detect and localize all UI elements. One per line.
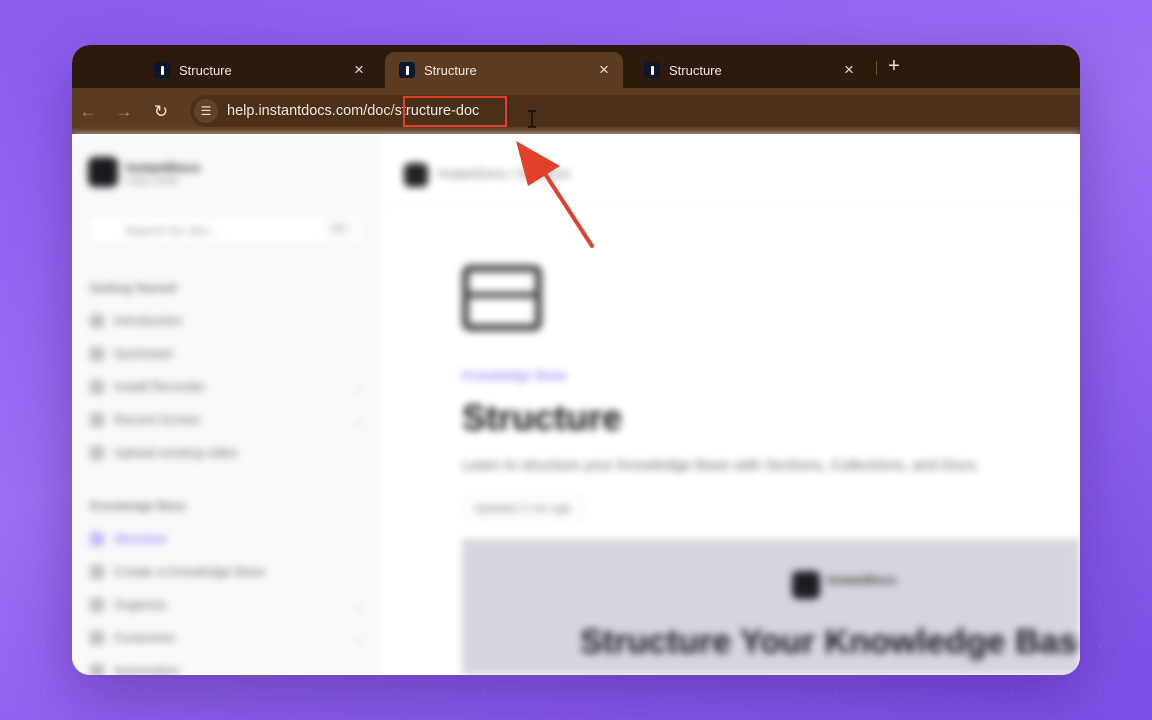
hero-title: Structure Your Knowledge Base xyxy=(580,623,1080,661)
brand-name: InstantDocs xyxy=(126,160,201,175)
instantdocs-favicon-icon xyxy=(399,62,415,78)
url-highlight-box xyxy=(403,96,507,127)
chevron-down-icon[interactable]: ⌄ xyxy=(354,414,363,427)
tab-separator xyxy=(876,61,877,75)
folder-icon xyxy=(462,265,542,331)
sidebar-item[interactable]: Organize xyxy=(90,597,167,612)
new-tab-button[interactable]: + xyxy=(884,56,904,76)
browser-toolbar: ← → ↻ ☰ help.instantdocs.com/doc/structu… xyxy=(72,88,1080,134)
hero-logo-icon xyxy=(792,571,820,599)
browser-window: Structure × Structure × Structure × + ← … xyxy=(72,45,1080,675)
search-placeholder: Search for doc... xyxy=(125,223,221,238)
tab-structure-3[interactable]: Structure × xyxy=(630,52,868,88)
breadcrumb-text[interactable]: InstantDocs / Structure xyxy=(438,166,570,181)
section-getting-started: Getting Started xyxy=(90,281,177,295)
brand-logo-icon xyxy=(88,157,118,187)
sidebar-item[interactable]: Quickstart xyxy=(90,346,173,361)
breadcrumb: InstantDocs / Structure xyxy=(380,135,1080,205)
hero-brand: InstantDocs xyxy=(828,573,897,587)
docs-sidebar: InstantDocs Help Center Search for doc..… xyxy=(72,135,380,675)
docs-main: InstantDocs / Structure Knowledge Base S… xyxy=(380,135,1080,675)
docs-search-input[interactable]: Search for doc... ⌘K xyxy=(88,215,364,245)
tab-structure-2[interactable]: Structure × xyxy=(385,52,623,88)
section-knowledge-base: Knowledge Base xyxy=(90,499,187,513)
chevron-down-icon[interactable]: ⌄ xyxy=(354,599,363,612)
page-content: InstantDocs Help Center Search for doc..… xyxy=(72,135,1080,675)
hero-image: InstantDocs Structure Your Knowledge Bas… xyxy=(462,539,1080,675)
instantdocs-favicon-icon xyxy=(644,62,660,78)
collection-link[interactable]: Knowledge Base xyxy=(462,367,567,383)
tab-title: Structure xyxy=(669,62,722,78)
sidebar-item[interactable]: Upload existing video xyxy=(90,445,238,460)
sidebar-item[interactable]: Customize xyxy=(90,630,175,645)
tab-strip: Structure × Structure × Structure × + xyxy=(72,45,1080,88)
close-tab-icon[interactable]: × xyxy=(595,61,613,79)
back-arrow-icon[interactable]: ← xyxy=(78,102,98,122)
tab-title: Structure xyxy=(424,62,477,78)
tab-title: Structure xyxy=(179,62,232,78)
reload-icon[interactable]: ↻ xyxy=(151,102,171,122)
close-tab-icon[interactable]: × xyxy=(350,61,368,79)
url-host: help.instantdocs.com/doc xyxy=(227,103,391,119)
sidebar-item[interactable]: Install Recorder xyxy=(90,379,205,394)
page-title: Structure xyxy=(462,397,623,438)
sidebar-item[interactable]: Automation xyxy=(90,663,180,675)
sidebar-item-structure[interactable]: Structure xyxy=(90,531,167,546)
sidebar-item[interactable]: Create a Knowledge Base xyxy=(90,564,265,579)
sidebar-item[interactable]: Record Screen xyxy=(90,412,201,427)
page-description: Learn to structure your Knowledge Base w… xyxy=(462,457,980,474)
forward-arrow-icon[interactable]: → xyxy=(114,102,134,122)
tab-structure-1[interactable]: Structure × xyxy=(140,52,378,88)
brand-logo-icon xyxy=(404,163,428,187)
chevron-down-icon[interactable]: ⌄ xyxy=(354,632,363,645)
sidebar-item[interactable]: Introduction xyxy=(90,313,182,328)
instantdocs-favicon-icon xyxy=(154,62,170,78)
search-shortcut: ⌘K xyxy=(326,222,353,237)
brand-subtitle: Help Center xyxy=(126,176,180,187)
text-cursor-icon xyxy=(526,110,538,128)
site-info-icon[interactable]: ☰ xyxy=(194,99,218,123)
close-tab-icon[interactable]: × xyxy=(840,61,858,79)
chevron-down-icon[interactable]: ⌄ xyxy=(354,381,363,394)
address-bar[interactable]: ☰ help.instantdocs.com/doc/structure-doc xyxy=(190,95,1080,127)
updated-badge: Updated 2 mo ago xyxy=(462,495,583,521)
